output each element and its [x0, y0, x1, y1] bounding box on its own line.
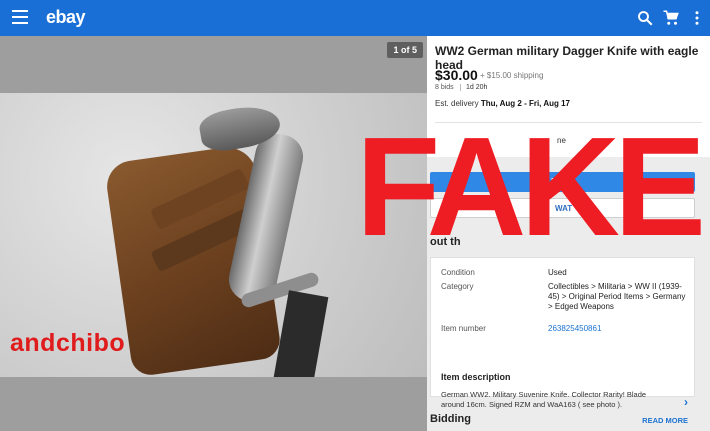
- chevron-right-icon[interactable]: ›: [684, 395, 688, 409]
- spec-label-condition: Condition: [441, 268, 475, 277]
- image-counter: 1 of 5: [387, 42, 423, 58]
- top-app-bar: ebay: [0, 0, 710, 36]
- spec-label-category: Category: [441, 282, 474, 291]
- delivery-label: Est. delivery: [435, 99, 479, 108]
- time-left: 1d 20h: [460, 84, 487, 91]
- estimated-delivery: Est. delivery Thu, Aug 2 - Fri, Aug 17: [435, 99, 570, 108]
- read-more-link[interactable]: READ MORE: [642, 416, 688, 425]
- delivery-dates: Thu, Aug 2 - Fri, Aug 17: [480, 99, 570, 108]
- spec-value-condition: Used: [548, 268, 567, 277]
- ebay-listing-screen: ebay 1 of 5 andchibo WW2 German military: [0, 0, 710, 431]
- item-description-heading: Item description: [441, 372, 511, 382]
- shipping-cost: + $15.00 shipping: [480, 71, 544, 80]
- photo-watermark: andchibo: [10, 329, 126, 357]
- more-vert-icon[interactable]: [688, 9, 706, 27]
- cart-icon[interactable]: [662, 9, 680, 27]
- item-description-text: German WW2. Military Suvenire Knife. Col…: [441, 390, 647, 409]
- menu-icon[interactable]: [12, 10, 28, 24]
- spec-label-item-number: Item number: [441, 324, 486, 333]
- ebay-logo[interactable]: ebay: [46, 7, 86, 28]
- spec-value-category: Collectibles > Militaria > WW II (1939-4…: [548, 282, 686, 311]
- spec-value-item-number[interactable]: 263825450861: [548, 324, 688, 334]
- search-icon[interactable]: [636, 9, 654, 27]
- bid-count: 8 bids: [435, 84, 454, 91]
- bidding-heading: Bidding: [430, 413, 471, 425]
- item-specifics-card: Condition Used Category Collectibles > M…: [430, 257, 695, 425]
- current-price: $30.00: [435, 67, 478, 83]
- blade-shape: [271, 290, 329, 377]
- fake-stamp-overlay: FAKE: [356, 108, 706, 266]
